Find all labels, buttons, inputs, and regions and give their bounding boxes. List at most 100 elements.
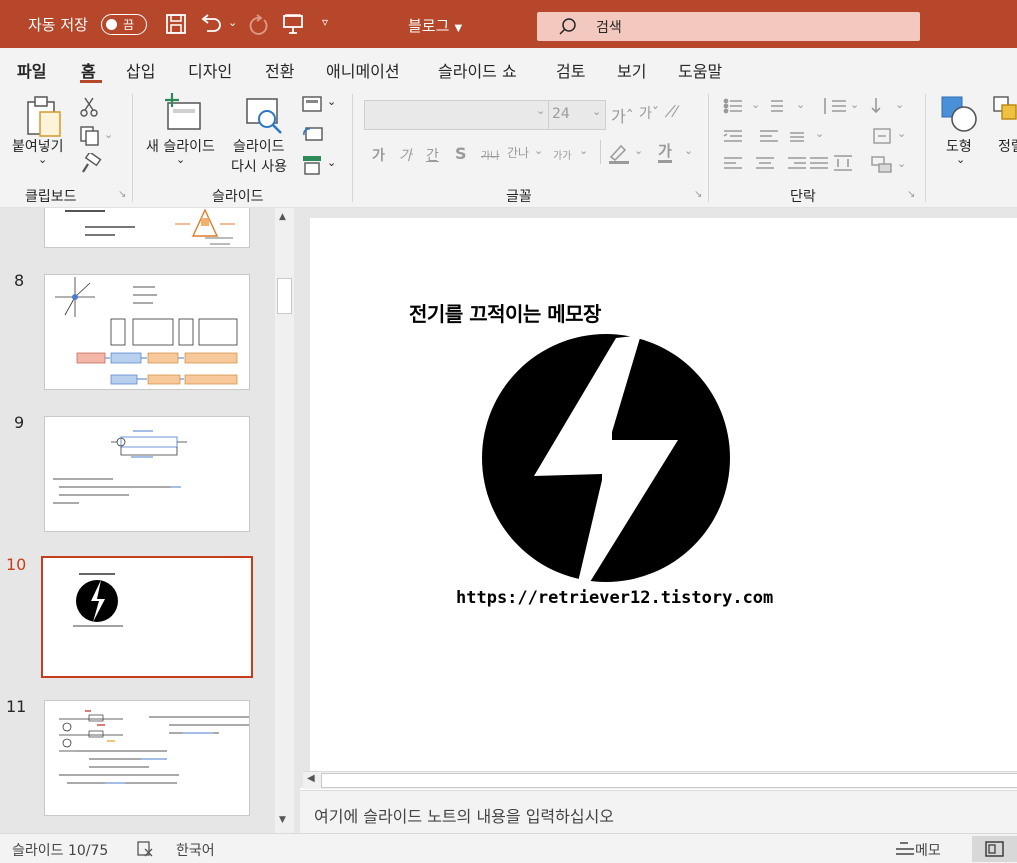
tab-view[interactable]: 보기 — [617, 58, 646, 82]
change-case-button[interactable]: 가가 — [553, 147, 571, 162]
clipboard-group-label: 클립보드 — [25, 189, 77, 205]
shadow-button[interactable]: S — [455, 144, 467, 163]
tab-home[interactable]: 홈 — [81, 58, 96, 82]
save-icon[interactable] — [165, 13, 187, 35]
columns-dropdown-icon[interactable]: ⌄ — [815, 127, 824, 140]
paste-dropdown-icon[interactable]: ⌄ — [38, 153, 47, 166]
notes-icon — [896, 842, 914, 855]
shapes-dropdown-icon[interactable]: ⌄ — [956, 153, 965, 166]
start-slideshow-icon[interactable] — [282, 13, 306, 35]
italic-button[interactable]: 가 — [399, 145, 412, 165]
notes-pane[interactable]: 여기에 슬라이드 노트의 내용을 입력하십시오 — [300, 790, 1017, 833]
slide-thumbnail[interactable] — [44, 274, 250, 390]
undo-icon[interactable] — [199, 13, 223, 35]
line-spacing-dropdown-icon[interactable]: ⌄ — [850, 98, 859, 111]
search-icon — [559, 18, 576, 35]
notes-placeholder: 여기에 슬라이드 노트의 내용을 입력하십시오 — [314, 807, 615, 826]
scroll-thumb[interactable] — [277, 278, 292, 314]
ribbon-separator — [352, 94, 353, 202]
shrink-font-button[interactable]: 가ˇ — [639, 103, 659, 123]
tab-transitions[interactable]: 전환 — [265, 58, 294, 82]
arrange-button[interactable]: 정렬 — [998, 136, 1017, 156]
highlight-dropdown-icon[interactable]: ⌄ — [634, 144, 643, 157]
ribbon-separator — [600, 140, 601, 164]
thumb-text-line — [85, 226, 135, 228]
slide-url: https://retriever12.tistory.com — [456, 588, 774, 608]
slide-thumbnail[interactable] — [44, 416, 250, 532]
cut-icon[interactable] — [78, 96, 100, 118]
search-box[interactable]: 검색 — [537, 12, 920, 41]
scroll-up-icon[interactable]: ▲ — [279, 212, 286, 222]
reset-slide-icon[interactable] — [302, 125, 324, 143]
font-color-button[interactable]: 가 — [658, 143, 672, 163]
reuse-slides-icon[interactable] — [245, 95, 285, 137]
underline-button[interactable]: 간 — [426, 145, 439, 165]
clipboard-launcher-icon[interactable]: ↘ — [118, 189, 126, 200]
scroll-down-icon[interactable]: ▼ — [279, 815, 286, 825]
tab-insert[interactable]: 삽입 — [126, 58, 155, 82]
new-slide-dropdown-icon[interactable]: ⌄ — [176, 153, 185, 166]
shapes-icon[interactable] — [940, 95, 980, 135]
bold-button[interactable]: 가 — [372, 145, 385, 165]
language-indicator[interactable]: 한국어 — [176, 840, 215, 860]
grow-font-button[interactable]: 가ˆ — [611, 103, 634, 127]
customize-qat-icon[interactable]: ▿ — [322, 15, 328, 29]
smartart-dropdown-icon[interactable]: ⌄ — [897, 157, 906, 170]
align-text-icon[interactable] — [872, 127, 894, 145]
section-dropdown-icon[interactable]: ⌄ — [327, 156, 336, 169]
slide-thumbnail-active[interactable] — [41, 556, 253, 678]
scroll-left-icon[interactable]: ◀ — [307, 773, 315, 784]
normal-view-button[interactable] — [972, 836, 1017, 862]
section-icon[interactable] — [302, 154, 324, 176]
paste-icon[interactable] — [24, 94, 64, 138]
layout-dropdown-icon[interactable]: ⌄ — [327, 95, 336, 108]
new-slide-icon[interactable] — [164, 93, 206, 133]
tab-slideshow[interactable]: 슬라이드 쇼 — [438, 58, 517, 82]
text-direction-dropdown-icon[interactable]: ⌄ — [895, 98, 904, 111]
notes-button[interactable]: 메모 — [894, 837, 954, 861]
font-size-field[interactable]: 24 ⌄ — [548, 100, 606, 130]
case-dropdown-icon[interactable]: ⌄ — [579, 144, 588, 157]
clear-formatting-icon[interactable]: ⁄̸ — [674, 102, 677, 121]
slide-canvas[interactable]: 전기를 끄적이는 메모장 https://retriever12.tistory… — [310, 218, 1017, 771]
slide-thumbnail-partial[interactable] — [44, 208, 250, 248]
layout-icon[interactable] — [302, 96, 324, 114]
thumb-slide-content — [53, 430, 187, 504]
arrange-icon[interactable] — [992, 95, 1017, 135]
strikethrough-button[interactable]: 가나 — [481, 147, 499, 162]
document-title[interactable]: 블로그 ▼ — [408, 15, 462, 36]
tab-animations[interactable]: 애니메이션 — [326, 58, 400, 82]
numbering-dropdown-icon[interactable]: ⌄ — [796, 98, 805, 111]
reuse-slides-button[interactable]: 슬라이드 — [233, 136, 285, 156]
highlight-icon[interactable] — [607, 142, 631, 164]
font-color-dropdown-icon[interactable]: ⌄ — [684, 144, 693, 157]
scroll-thumb-horizontal[interactable] — [321, 773, 1017, 788]
horizontal-scrollbar[interactable]: ◀ — [303, 771, 1017, 789]
tab-review[interactable]: 검토 — [556, 58, 585, 82]
align-text-dropdown-icon[interactable]: ⌄ — [897, 127, 906, 140]
character-spacing-button[interactable]: 간나 — [507, 144, 529, 161]
bullets-dropdown-icon[interactable]: ⌄ — [751, 98, 760, 111]
slide-thumbnail[interactable] — [44, 700, 250, 816]
search-placeholder: 검색 — [596, 20, 622, 36]
notes-button-label: 메모 — [915, 843, 941, 859]
font-launcher-icon[interactable]: ↘ — [694, 189, 702, 200]
format-painter-icon[interactable] — [80, 153, 102, 175]
paragraph-launcher-icon[interactable]: ↘ — [907, 189, 915, 200]
tab-design[interactable]: 디자인 — [188, 58, 232, 82]
undo-dropdown-icon[interactable]: ⌄ — [228, 16, 237, 29]
spacing-dropdown-icon[interactable]: ⌄ — [534, 144, 543, 157]
tab-help[interactable]: 도움말 — [678, 58, 722, 82]
copy-dropdown-icon[interactable]: ⌄ — [104, 128, 113, 141]
tab-file[interactable]: 파일 — [17, 58, 46, 82]
thumbnail-scrollbar[interactable]: ▲ ▼ — [275, 208, 294, 833]
smartart-icon[interactable] — [870, 154, 894, 174]
accessibility-icon[interactable] — [136, 840, 156, 858]
font-family-field[interactable] — [364, 100, 550, 130]
autosave-toggle[interactable]: 끔 — [101, 14, 147, 35]
font-family-dropdown-icon[interactable]: ⌄ — [536, 104, 545, 117]
redo-icon[interactable] — [247, 13, 271, 35]
copy-icon[interactable] — [79, 125, 101, 147]
thumb-diagram — [175, 208, 235, 245]
autosave-label: 자동 저장 — [28, 16, 88, 34]
